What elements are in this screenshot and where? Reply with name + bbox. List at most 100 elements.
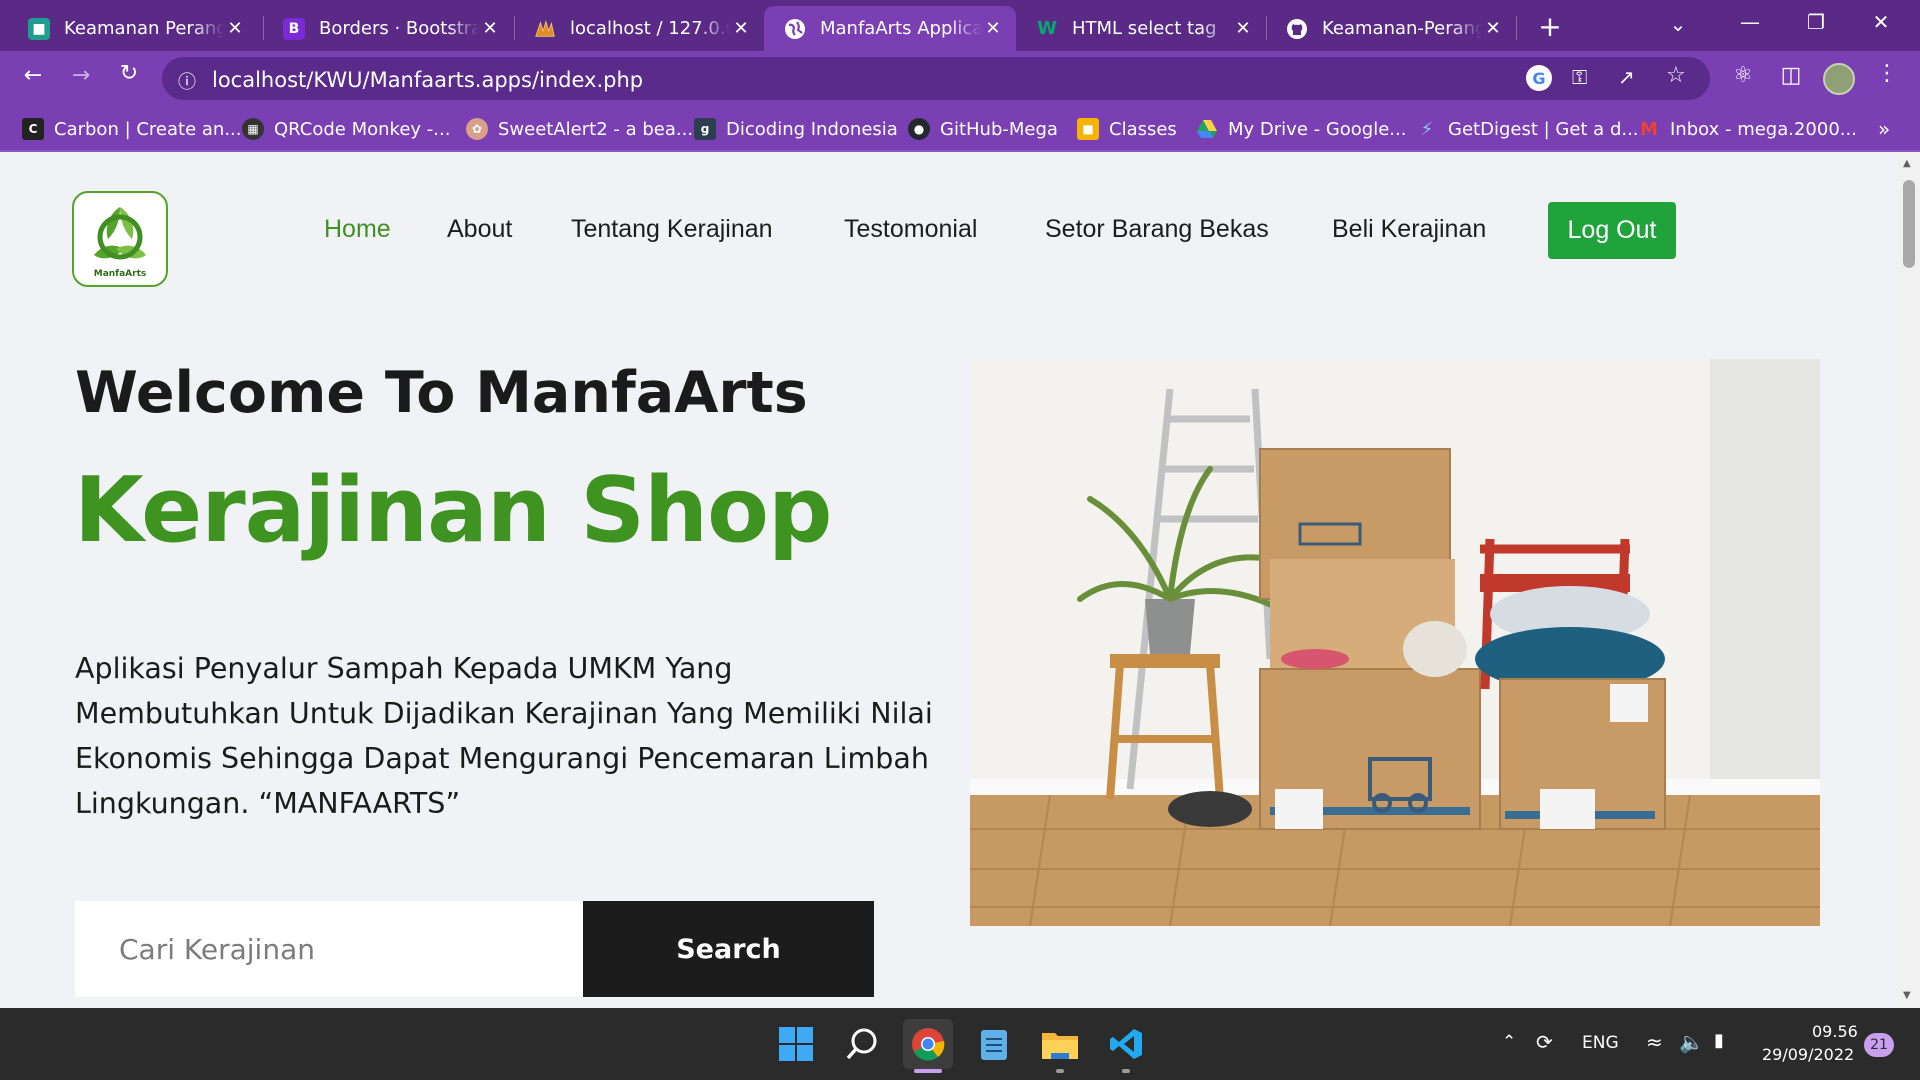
bookmark-0[interactable]: C Carbon | Create an... <box>22 116 242 142</box>
github-icon: ● <box>908 118 930 140</box>
nav-about[interactable]: About <box>447 215 512 244</box>
url-text[interactable]: localhost/KWU/Manfaarts.apps/index.php <box>212 68 643 92</box>
sync-icon[interactable]: ⟳ <box>1536 1030 1553 1054</box>
bookmark-6[interactable]: My Drive - Google... <box>1196 116 1406 142</box>
extensions-puzzle-icon[interactable]: ⚛ <box>1728 63 1758 88</box>
scroll-up-icon[interactable]: ▲ <box>1903 158 1911 169</box>
profile-avatar[interactable] <box>1823 63 1855 95</box>
welcome-heading: Welcome To ManfaArts <box>75 360 808 426</box>
bookmark-3[interactable]: g Dicoding Indonesia <box>694 116 898 142</box>
page-scrollbar[interactable]: ▲ ▼ <box>1898 152 1920 1008</box>
tab-title: localhost / 127.0.0.1 <box>570 18 730 39</box>
restore-icon[interactable]: ❐ <box>1801 10 1831 34</box>
logout-button[interactable]: Log Out <box>1548 202 1676 259</box>
notification-badge[interactable]: 21 <box>1864 1033 1894 1057</box>
tab-5[interactable]: Keamanan-Perangkat ✕ <box>1266 6 1516 51</box>
notepad-icon[interactable] <box>969 1019 1019 1069</box>
windows-start-icon[interactable] <box>771 1019 821 1069</box>
bookmark-4[interactable]: ● GitHub-Mega <box>908 116 1058 142</box>
shop-headline: Kerajinan Shop <box>74 458 832 563</box>
scroll-down-icon[interactable]: ▼ <box>1903 990 1911 1001</box>
tab-title: Borders · Bootstrap <box>319 18 479 39</box>
hero-description: Aplikasi Penyalur Sampah Kepada UMKM Yan… <box>75 652 933 820</box>
nav-setor-barang-bekas[interactable]: Setor Barang Bekas <box>1045 215 1269 244</box>
hero-photo <box>970 359 1820 926</box>
side-panel-icon[interactable]: ◫ <box>1776 63 1806 88</box>
address-bar[interactable]: ⓘ localhost/KWU/Manfaarts.apps/index.php… <box>162 57 1710 100</box>
running-app-indicator <box>1122 1069 1130 1073</box>
tab-0[interactable]: ■ Keamanan Perangkat ✕ <box>8 6 258 51</box>
close-icon[interactable]: ✕ <box>1232 18 1254 39</box>
search-input[interactable] <box>75 901 583 997</box>
bookmark-star-icon[interactable]: ☆ <box>1666 63 1686 88</box>
tab-3[interactable]: ManfaArts Application ✕ <box>764 6 1016 51</box>
tab-search-chevron-icon[interactable]: ⌄ <box>1663 12 1693 36</box>
bookmark-label: SweetAlert2 - a bea... <box>498 118 694 140</box>
close-icon[interactable]: ✕ <box>982 18 1004 39</box>
forward-arrow-icon[interactable]: → <box>66 63 96 88</box>
globe-icon <box>784 18 806 40</box>
file-explorer-icon[interactable] <box>1035 1019 1085 1069</box>
tab-4[interactable]: W HTML select tag ✕ <box>1016 6 1266 51</box>
classroom-icon: ■ <box>1077 118 1099 140</box>
close-icon[interactable]: ✕ <box>1482 18 1504 39</box>
tab-title: ManfaArts Application <box>820 18 982 39</box>
menu-kebab-icon[interactable]: ⋮ <box>1872 61 1902 86</box>
share-icon[interactable]: ↗ <box>1618 65 1635 89</box>
volume-icon[interactable]: 🔈 <box>1679 1030 1704 1054</box>
new-tab-button[interactable]: + <box>1530 10 1570 43</box>
tab-strip: ■ Keamanan Perangkat ✕ B Borders · Boots… <box>0 0 1920 51</box>
bookmark-label: GitHub-Mega <box>940 118 1058 140</box>
recycle-leaf-icon <box>94 207 146 260</box>
battery-icon[interactable]: ▮ <box>1714 1030 1724 1051</box>
reload-icon[interactable]: ↻ <box>114 61 144 86</box>
close-icon[interactable]: ✕ <box>730 18 752 39</box>
phpmyadmin-icon <box>534 18 556 40</box>
sweetalert-icon: ✿ <box>466 118 488 140</box>
tab-1[interactable]: B Borders · Bootstrap ✕ <box>263 6 513 51</box>
nav-home[interactable]: Home <box>324 215 391 244</box>
bookmark-label: Dicoding Indonesia <box>726 118 898 140</box>
close-icon[interactable]: ✕ <box>479 18 501 39</box>
chevron-up-icon[interactable]: ⌃ <box>1502 1032 1516 1052</box>
info-icon[interactable]: ⓘ <box>178 68 196 94</box>
browser-toolbar: ← → ↻ ⓘ localhost/KWU/Manfaarts.apps/ind… <box>0 51 1920 106</box>
classroom-icon: ■ <box>28 17 50 40</box>
search-button[interactable]: Search <box>583 901 874 997</box>
bookmark-8[interactable]: M Inbox - mega.2000... <box>1638 116 1857 142</box>
gmail-icon: M <box>1640 118 1658 140</box>
clock-time[interactable]: 09.56 <box>1812 1022 1858 1041</box>
windows-taskbar: ⌃ ⟳ ENG ≈ 🔈 ▮ 09.56 29/09/2022 21 <box>0 1008 1920 1080</box>
bookmark-label: Classes <box>1109 118 1177 140</box>
getdigest-icon: ⚡ <box>1420 118 1434 140</box>
drive-icon <box>1196 118 1218 140</box>
site-logo[interactable]: ManfaArts <box>72 191 168 287</box>
bookmark-7[interactable]: ⚡ GetDigest | Get a d... <box>1416 116 1639 142</box>
bookmarks-bar: C Carbon | Create an... ▦ QRCode Monkey … <box>0 106 1920 152</box>
bookmark-2[interactable]: ✿ SweetAlert2 - a bea... <box>466 116 693 142</box>
back-arrow-icon[interactable]: ← <box>18 63 48 88</box>
google-translate-icon[interactable]: G <box>1526 65 1552 91</box>
more-bookmarks-button[interactable]: » <box>1878 116 1890 142</box>
bookmark-1[interactable]: ▦ QRCode Monkey -... <box>242 116 450 142</box>
wifi-icon[interactable]: ≈ <box>1646 1030 1663 1054</box>
chrome-icon[interactable] <box>903 1019 953 1069</box>
github-icon <box>1286 18 1308 40</box>
nav-tentang-kerajinan[interactable]: Tentang Kerajinan <box>571 215 773 244</box>
window-close-icon[interactable]: ✕ <box>1866 10 1896 34</box>
tab-2[interactable]: localhost / 127.0.0.1 ✕ <box>514 6 764 51</box>
nav-beli-kerajinan[interactable]: Beli Kerajinan <box>1332 215 1486 244</box>
key-icon[interactable]: ⚿ <box>1572 65 1587 89</box>
bootstrap-icon: B <box>283 17 305 40</box>
language-indicator[interactable]: ENG <box>1582 1033 1619 1053</box>
active-app-indicator <box>914 1069 942 1073</box>
clock-date[interactable]: 29/09/2022 <box>1762 1045 1854 1064</box>
scroll-thumb[interactable] <box>1903 180 1915 268</box>
minimize-icon[interactable]: — <box>1735 10 1765 34</box>
bookmark-5[interactable]: ■ Classes <box>1077 116 1177 142</box>
bookmark-label: My Drive - Google... <box>1228 118 1407 140</box>
nav-testomonial[interactable]: Testomonial <box>844 215 977 244</box>
search-icon[interactable] <box>837 1019 887 1069</box>
close-icon[interactable]: ✕ <box>224 18 246 39</box>
vscode-icon[interactable] <box>1101 1019 1151 1069</box>
